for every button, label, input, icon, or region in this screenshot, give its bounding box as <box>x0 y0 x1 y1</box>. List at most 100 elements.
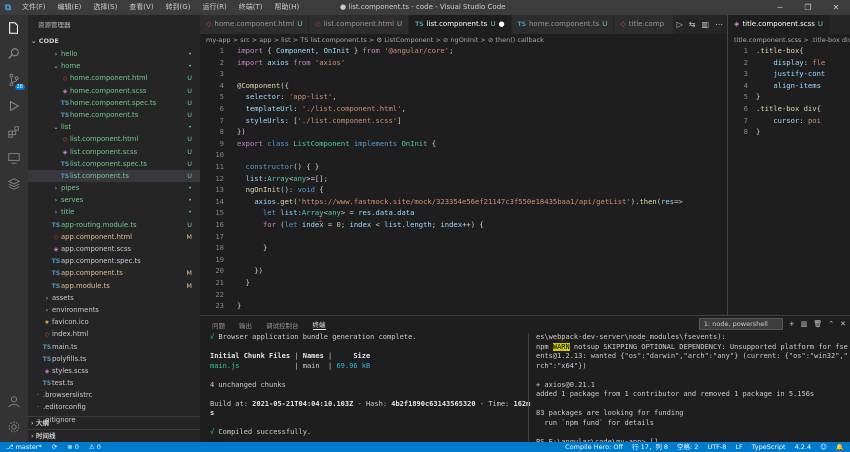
tree-item[interactable]: ◇ home.component.html U <box>28 72 200 84</box>
tree-item[interactable]: TSmain.ts <box>28 341 200 353</box>
tree-item[interactable]: ◈ app.component.scss <box>28 243 200 255</box>
tree-item[interactable]: TShome.component.spec.ts U <box>28 97 200 109</box>
extensions-icon[interactable] <box>0 119 28 145</box>
code-line[interactable]: .title-box{ <box>756 46 804 55</box>
code-line[interactable]: } <box>756 92 760 101</box>
tree-item[interactable]: › serves • <box>28 194 200 206</box>
code-line[interactable]: .title-box div{ <box>756 104 821 113</box>
code-line[interactable]: }) <box>237 266 263 275</box>
menu-view[interactable]: 查看(V) <box>123 0 159 15</box>
code-line[interactable]: import axios from 'axios' <box>237 58 345 67</box>
terminal-split-divider[interactable] <box>528 333 529 441</box>
sync-icon[interactable]: ⟳ <box>52 442 57 452</box>
code-line[interactable]: selector: 'app-list', <box>237 92 337 101</box>
tab-output[interactable]: 输出 <box>239 320 252 330</box>
code-line[interactable]: let list:Array<any> = res.data.data <box>237 208 414 217</box>
more-actions-icon[interactable]: ⋯ <box>715 15 723 34</box>
tree-item[interactable]: ◈ list.component.scss U <box>28 146 200 158</box>
menu-file[interactable]: 文件(F) <box>16 0 52 15</box>
run-debug-icon[interactable] <box>0 93 28 119</box>
code-line[interactable]: } <box>237 278 250 287</box>
tab-list-component-ts[interactable]: TS list.component.ts U ● <box>409 15 512 34</box>
code-line[interactable] <box>237 232 272 241</box>
code-line[interactable]: } <box>237 301 241 310</box>
split-editor-icon[interactable]: ▥ <box>701 15 709 34</box>
code-line[interactable]: constructor() { } <box>237 162 320 171</box>
code-line[interactable]: axios.get('https://www.fastmock.site/moc… <box>237 197 682 206</box>
code-line[interactable]: ngOnInit(): void { <box>237 185 324 194</box>
tab-title-comp[interactable]: ◇ title.comp <box>614 15 675 34</box>
tab-list-component-html[interactable]: ◇ list.component.html U <box>309 15 410 34</box>
tree-item[interactable]: ★ favicon.ico <box>28 316 200 328</box>
tree-item[interactable]: ⌄ list • <box>28 121 200 133</box>
tree-item[interactable]: TSapp.component.ts M <box>28 267 200 279</box>
code-line[interactable]: export class ListComponent implements On… <box>237 139 436 148</box>
menu-run[interactable]: 运行(R) <box>196 0 232 15</box>
tree-item[interactable]: TSapp.module.ts M <box>28 280 200 292</box>
cursor-position[interactable]: 行 17，列 8 <box>632 442 668 452</box>
indent-status[interactable]: 空格: 2 <box>677 442 698 452</box>
terminal-left[interactable]: √ Browser application bundle generation … <box>210 333 530 438</box>
compare-icon[interactable]: ⇆ <box>689 15 696 34</box>
notifications-icon[interactable]: 🔔 <box>836 442 844 452</box>
tree-item[interactable]: › title • <box>28 206 200 218</box>
search-icon[interactable] <box>0 41 28 67</box>
errors-status[interactable]: ⊗ 0 <box>67 442 79 452</box>
menu-terminal[interactable]: 终端(T) <box>233 0 269 15</box>
code-line[interactable]: display: fle <box>756 58 825 67</box>
code-line[interactable]: } <box>756 127 760 136</box>
tab-title-scss[interactable]: ◈ title.component.scss U <box>728 15 831 34</box>
timeline-section[interactable]: › 时间线 <box>28 429 200 442</box>
code-line[interactable]: import { Component, OnInit } from '@angu… <box>237 46 453 55</box>
side-breadcrumb[interactable]: title.component.scss > .title-box div <box>728 34 850 46</box>
split-terminal-icon[interactable]: ▥ <box>801 320 808 328</box>
maximize-panel-icon[interactable]: ⌃ <box>828 320 834 328</box>
remote-explorer-icon[interactable] <box>0 145 28 171</box>
breadcrumb[interactable]: my-app > src > app > list > TS list.comp… <box>200 34 727 46</box>
encoding-status[interactable]: UTF-8 <box>707 442 726 452</box>
tree-item[interactable]: TSpolyfills.ts <box>28 353 200 365</box>
outline-section[interactable]: › 大纲 <box>28 416 200 429</box>
code-line[interactable]: styleUrls: ['./list.component.scss'] <box>237 116 402 125</box>
stack-icon[interactable] <box>0 171 28 197</box>
eol-status[interactable]: LF <box>735 442 742 452</box>
tree-item[interactable]: · .browserslistrc <box>28 389 200 401</box>
code-line[interactable]: templateUrl: './list.component.html', <box>237 104 406 113</box>
restore-icon[interactable]: ❐ <box>794 0 822 15</box>
add-terminal-icon[interactable]: + <box>789 320 795 328</box>
close-icon[interactable]: ✕ <box>822 0 850 15</box>
tree-item[interactable]: ⌄ home • <box>28 60 200 72</box>
account-icon[interactable] <box>0 388 28 414</box>
tree-item[interactable]: › environments <box>28 304 200 316</box>
language-status[interactable]: TypeScript <box>752 442 786 452</box>
tree-item[interactable]: › pipes • <box>28 182 200 194</box>
tree-item[interactable]: TSapp.component.spec.ts <box>28 255 200 267</box>
ts-version-status[interactable]: 4.2.4 <box>795 442 812 452</box>
tree-item[interactable]: ◇ list.component.html U <box>28 133 200 145</box>
explorer-icon[interactable] <box>0 15 28 41</box>
code-line[interactable]: }) <box>237 127 246 136</box>
tab-debug-console[interactable]: 调试控制台 <box>266 320 299 330</box>
terminal-right[interactable]: es\webpack-dev-server\node_modules\fseve… <box>536 333 848 447</box>
tab-home-component-html[interactable]: ◇ home.component.html U <box>200 15 310 34</box>
code-line[interactable]: for (let index = 0; index < list.length;… <box>237 220 484 229</box>
tab-problems[interactable]: 问题 <box>212 320 225 330</box>
tree-item[interactable]: ◈ styles.scss <box>28 365 200 377</box>
tree-item[interactable]: TShome.component.ts U <box>28 109 200 121</box>
menu-go[interactable]: 转到(G) <box>160 0 197 15</box>
tree-item[interactable]: ◈ home.component.scss U <box>28 85 200 97</box>
tree-item[interactable]: › assets <box>28 292 200 304</box>
tree-item[interactable]: TSlist.component.spec.ts U <box>28 158 200 170</box>
tree-item[interactable]: TSapp-routing.module.ts U <box>28 219 200 231</box>
branch-status[interactable]: ⎇ master* <box>6 442 42 452</box>
code-line[interactable]: align-items <box>756 81 821 90</box>
minimize-icon[interactable]: ─ <box>766 0 794 15</box>
run-icon[interactable]: ▷ <box>677 15 683 34</box>
compile-hero-status[interactable]: Compile Hero: Off <box>565 442 623 452</box>
feedback-icon[interactable]: ☺ <box>820 442 827 452</box>
tree-item[interactable]: TSlist.component.ts U <box>28 169 200 183</box>
trash-icon[interactable]: 🗑 <box>813 320 822 328</box>
code-line[interactable]: list:Array<any>=[]; <box>237 174 328 183</box>
tab-home-component-ts[interactable]: TS home.component.ts U <box>511 15 615 34</box>
manage-gear-icon[interactable] <box>0 414 28 440</box>
